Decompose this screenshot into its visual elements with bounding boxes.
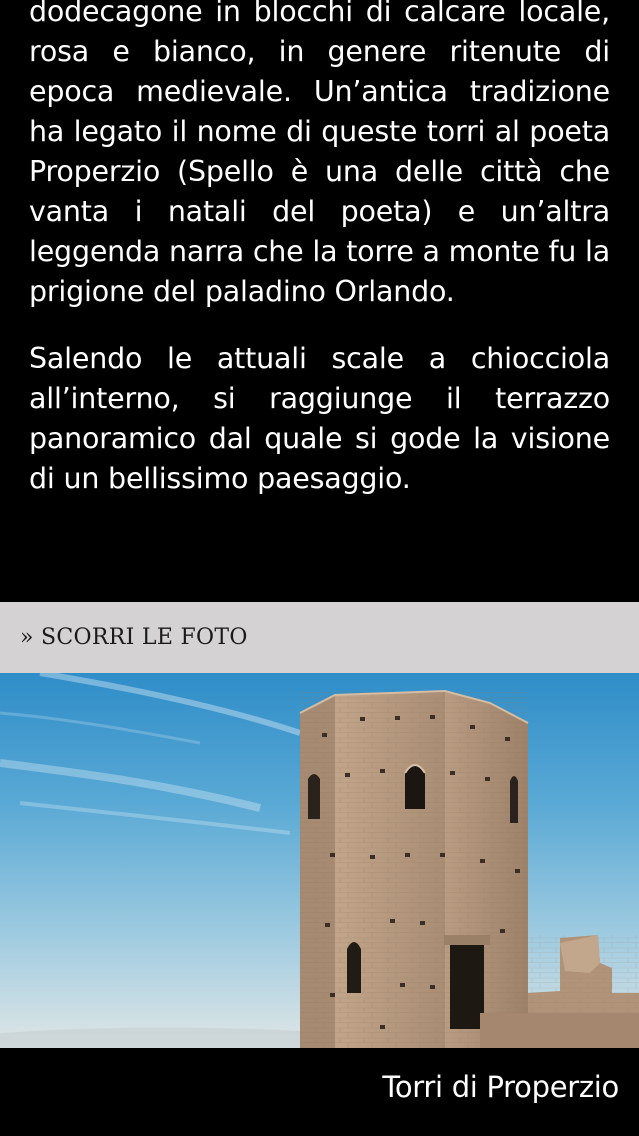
caption-bar: Torri di Properzio (0, 1048, 639, 1136)
article-paragraph-1: dodecagone in blocchi di calcare locale,… (29, 0, 611, 308)
photo-caption: Torri di Properzio (382, 1070, 619, 1104)
scroll-photos-label: » SCORRI LE FOTO (20, 625, 248, 650)
photo-carousel[interactable] (0, 673, 639, 1048)
article-paragraph-2: Salendo le attuali scale a chiocciola al… (29, 342, 610, 495)
scroll-photos-button[interactable]: » SCORRI LE FOTO (0, 602, 639, 673)
article-screen: dodecagone in blocchi di calcare locale,… (0, 0, 639, 1136)
article-body: dodecagone in blocchi di calcare locale,… (29, 0, 610, 499)
tower-photo-image (0, 673, 639, 1048)
